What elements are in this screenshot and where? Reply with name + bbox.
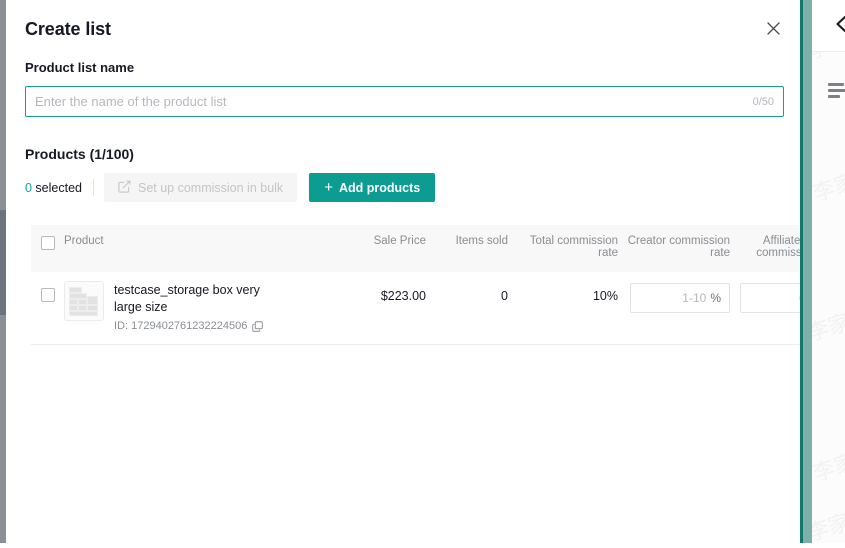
column-header-sale-price: Sale Price (373, 235, 426, 247)
toolbar-divider (92, 179, 94, 196)
create-list-modal: Create list Product list name 0/50 Produ… (6, 0, 800, 543)
sale-price-cell: $223.00 (341, 278, 426, 344)
hamburger-line (828, 89, 845, 92)
edit-square-icon (118, 180, 131, 196)
creator-commission-field[interactable]: % (630, 283, 730, 313)
product-list-name-input[interactable] (26, 87, 753, 116)
items-sold-cell: 0 (426, 278, 508, 344)
column-header-items-sold: Items sold (455, 235, 508, 247)
page-title: Create list (25, 19, 111, 39)
column-header-product: Product (64, 235, 104, 247)
affiliate-commission-input[interactable] (741, 291, 800, 305)
row-select-cell (31, 278, 64, 344)
column-header-affiliate-commission-rate: Affiliate partner commission rate (756, 235, 800, 259)
creator-commission-rate-cell: % (618, 278, 730, 344)
products-table: Product Sale Price Items sold Total comm… (31, 225, 800, 345)
product-list-name-field[interactable]: 0/50 (25, 86, 784, 117)
product-id: ID: 1729402761232224506 (114, 320, 289, 332)
selected-count-number: 0 (25, 180, 32, 195)
add-products-button[interactable]: + Add products (309, 173, 436, 202)
selected-count-label: selected (31, 180, 82, 195)
close-icon[interactable] (762, 17, 784, 39)
set-up-commission-in-bulk-button[interactable]: Set up commission in bulk (103, 173, 298, 202)
hamburger-menu-icon[interactable] (828, 83, 845, 101)
table-header-row: Product Sale Price Items sold Total comm… (31, 225, 800, 272)
product-id-label: ID: 1729402761232224506 (114, 320, 248, 332)
plus-icon: + (324, 179, 333, 196)
product-cell: testcase_storage box very large size ID:… (64, 278, 341, 344)
product-thumbnail (64, 281, 104, 321)
select-all-checkbox[interactable] (41, 236, 55, 250)
chevron-left-icon[interactable] (832, 14, 845, 34)
product-list-name-label: Product list name (25, 60, 135, 75)
char-counter: 0/50 (752, 95, 774, 108)
products-toolbar: 0 selected Set up commission in bulk + A… (25, 173, 436, 202)
bulk-button-label: Set up commission in bulk (137, 180, 284, 195)
percent-suffix: % (710, 291, 721, 305)
affiliate-commission-rate-cell: % (730, 278, 800, 344)
items-sold-value: 0 (501, 289, 508, 303)
selected-count: 0 selected (25, 181, 82, 195)
hamburger-line (828, 83, 844, 86)
copy-icon[interactable] (252, 320, 264, 332)
sale-price-value: $223.00 (380, 289, 426, 303)
column-header-creator-commission-rate: Creator commission rate (627, 235, 730, 259)
row-checkbox[interactable] (41, 288, 55, 302)
total-commission-rate-cell: 10% (508, 278, 618, 344)
teal-edge-strip[interactable] (800, 0, 812, 543)
products-section-title: Products (1/100) (25, 146, 134, 162)
table-row: testcase_storage box very large size ID:… (31, 272, 800, 345)
product-name: testcase_storage box very large size (114, 283, 260, 314)
add-products-label: Add products (338, 180, 421, 195)
affiliate-commission-field[interactable]: % (740, 283, 800, 313)
creator-commission-input[interactable] (631, 291, 711, 305)
column-header-total-commission-rate: Total commission rate (529, 235, 618, 259)
hamburger-line (828, 95, 840, 98)
select-all-header-cell (31, 225, 64, 250)
total-commission-rate-value: 10% (592, 289, 618, 303)
